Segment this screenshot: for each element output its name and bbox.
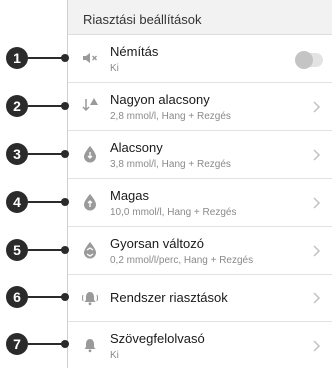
leader-line (28, 57, 62, 59)
row-title: Szövegfelolvasó (110, 331, 205, 346)
row-subtitle: 10,0 mmol/l, Hang + Rezgés (110, 207, 237, 218)
row-title: Rendszer riasztások (110, 290, 228, 305)
high-drop-icon (84, 194, 96, 211)
callout-badge: 3 (6, 143, 28, 165)
leader-dot (61, 340, 69, 348)
page-title: Riasztási beállítások (83, 12, 202, 27)
row-text-to-speech[interactable]: Szövegfelolvasó Ki (68, 322, 332, 368)
leader-dot (61, 246, 69, 254)
callout-3: 3 (0, 143, 70, 167)
row-title: Magas (110, 188, 150, 203)
callout-badge: 2 (6, 95, 28, 117)
leader-line (28, 343, 62, 345)
row-system-alerts[interactable]: Rendszer riasztások (68, 275, 332, 322)
ringing-bell-icon (81, 292, 99, 306)
chevron-right-icon (313, 149, 321, 161)
leader-dot (61, 150, 69, 158)
mute-toggle[interactable] (295, 51, 323, 69)
row-high[interactable]: Magas 10,0 mmol/l, Hang + Rezgés (68, 179, 332, 227)
callout-badge: 5 (6, 239, 28, 261)
chevron-right-icon (313, 245, 321, 257)
leader-line (28, 201, 62, 203)
row-subtitle: Ki (110, 63, 119, 74)
callout-badge: 7 (6, 333, 28, 355)
leader-line (28, 105, 62, 107)
row-title: Nagyon alacsony (110, 92, 210, 107)
chevron-right-icon (313, 340, 321, 352)
row-title: Gyorsan változó (110, 236, 204, 251)
row-very-low[interactable]: Nagyon alacsony 2,8 mmol/l, Hang + Rezgé… (68, 83, 332, 131)
toggle-knob (295, 51, 313, 69)
row-subtitle: 2,8 mmol/l, Hang + Rezgés (110, 111, 231, 122)
leader-dot (61, 293, 69, 301)
callout-badge: 1 (6, 47, 28, 69)
leader-dot (61, 54, 69, 62)
chevron-right-icon (313, 101, 321, 113)
leader-line (28, 249, 62, 251)
callout-4: 4 (0, 191, 70, 215)
row-title: Alacsony (110, 140, 163, 155)
chevron-right-icon (313, 197, 321, 209)
speaker-mute-icon (83, 53, 97, 63)
callout-7: 7 (0, 333, 70, 357)
header: Riasztási beállítások (68, 0, 332, 35)
callout-1: 1 (0, 47, 70, 71)
callout-6: 6 (0, 286, 70, 310)
rate-drop-icon (84, 242, 96, 259)
very-low-alert-icon (82, 98, 98, 112)
leader-line (28, 296, 62, 298)
callout-badge: 4 (6, 191, 28, 213)
leader-dot (61, 102, 69, 110)
callout-2: 2 (0, 95, 70, 119)
row-subtitle: 0,2 mmol/l/perc, Hang + Rezgés (110, 255, 254, 266)
row-subtitle: Ki (110, 350, 119, 361)
row-rapid-change[interactable]: Gyorsan változó 0,2 mmol/l/perc, Hang + … (68, 227, 332, 275)
low-drop-icon (84, 146, 96, 163)
row-low[interactable]: Alacsony 3,8 mmol/l, Hang + Rezgés (68, 131, 332, 179)
row-title: Némítás (110, 44, 159, 59)
row-mute[interactable]: Némítás Ki (68, 35, 332, 83)
leader-dot (61, 198, 69, 206)
row-subtitle: 3,8 mmol/l, Hang + Rezgés (110, 159, 231, 170)
alert-settings-panel: Riasztási beállítások Némítás Ki Nagyon … (67, 0, 332, 368)
leader-line (28, 153, 62, 155)
bell-icon (84, 339, 96, 353)
chevron-right-icon (313, 292, 321, 304)
callout-badge: 6 (6, 286, 28, 308)
callout-5: 5 (0, 239, 70, 263)
